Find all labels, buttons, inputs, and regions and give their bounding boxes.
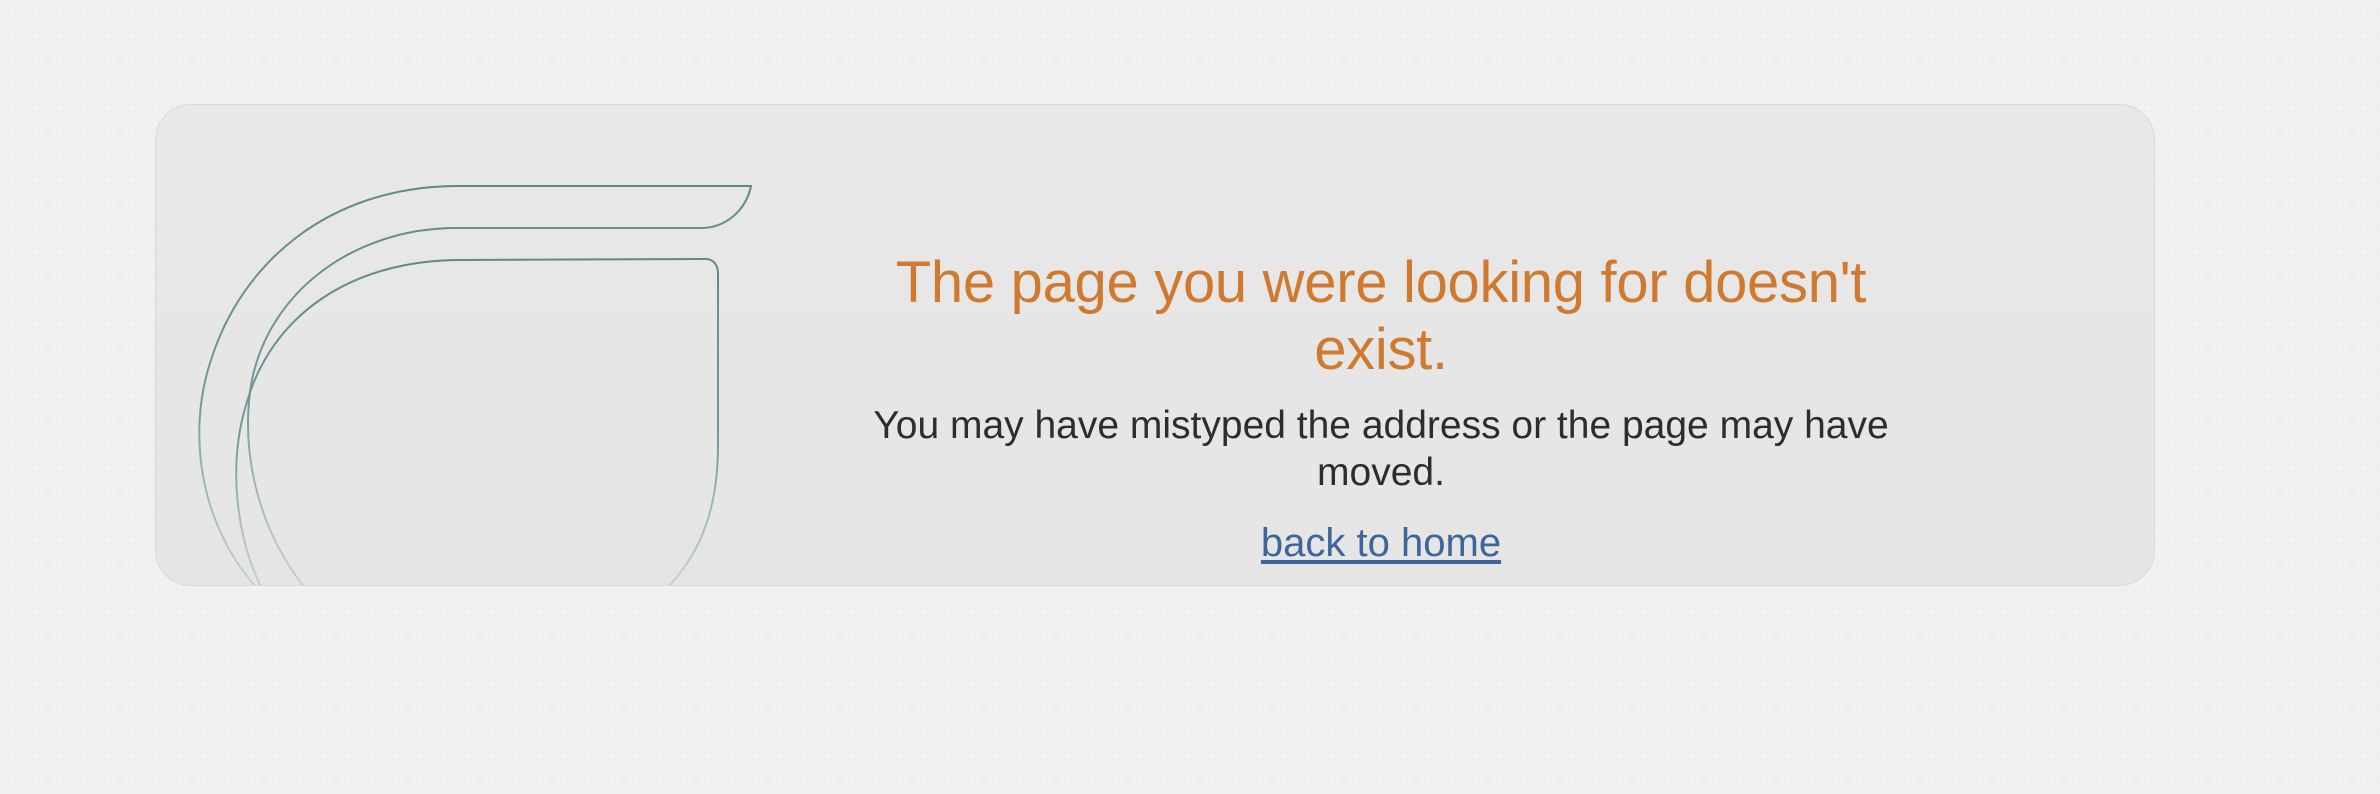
mug-outline-icon: [198, 185, 753, 585]
error-description: You may have mistyped the address or the…: [873, 404, 1889, 495]
back-to-home-link[interactable]: back to home: [1261, 519, 1501, 567]
error-message-block: The page you were looking for doesn't ex…: [856, 250, 1906, 567]
error-panel: The page you were looking for doesn't ex…: [155, 104, 2155, 586]
page-title: The page you were looking for doesn't ex…: [895, 250, 1867, 382]
